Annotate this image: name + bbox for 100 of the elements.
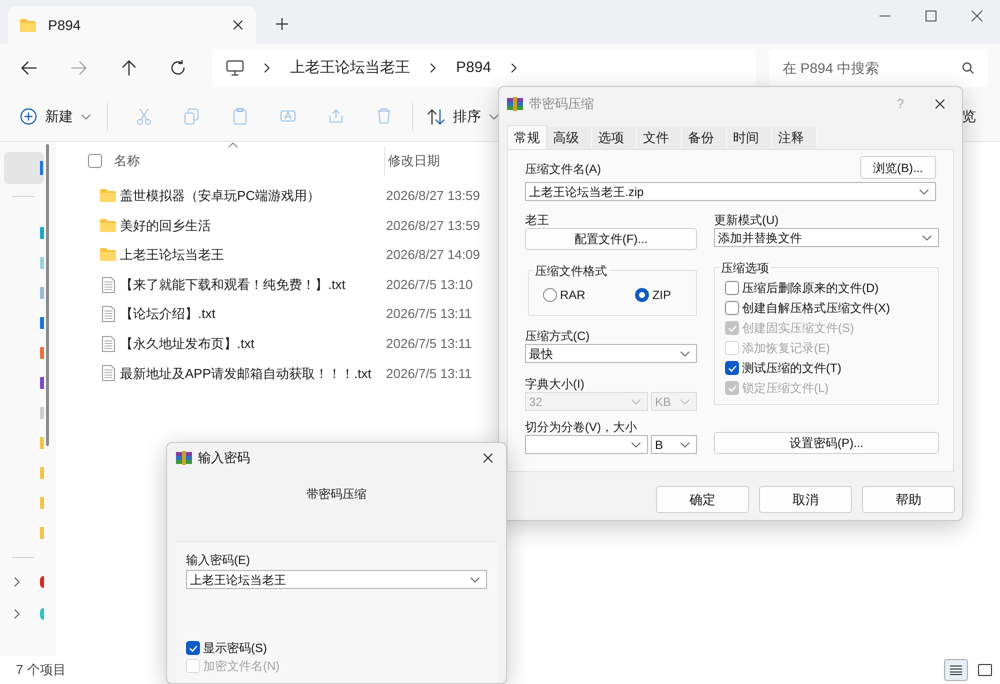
up-arrow-icon[interactable] (120, 60, 138, 76)
split-size-dropdown[interactable] (525, 435, 648, 454)
list-view-icon (950, 665, 962, 675)
radio-option[interactable]: RAR (543, 286, 586, 304)
dialog-button[interactable]: 确定 (656, 486, 749, 513)
search-field[interactable]: 在 P894 中搜索 (768, 49, 988, 87)
chevron-down-icon (470, 576, 480, 582)
radio-option[interactable]: ZIP (635, 286, 671, 304)
sort-caret-icon (228, 142, 238, 148)
update-mode-dropdown[interactable]: 添加并替换文件 (714, 228, 939, 247)
checkmark-icon (188, 644, 198, 652)
sidebar-icon (40, 287, 44, 299)
checkbox-label[interactable]: 测试压缩的文件(T) (742, 359, 842, 377)
sidebar-icon (40, 161, 43, 175)
dialog-button[interactable]: 帮助 (862, 486, 955, 513)
close-icon[interactable] (232, 19, 244, 31)
folder-icon (100, 189, 116, 202)
sidebar-icon (40, 576, 44, 588)
close-icon[interactable] (934, 98, 946, 110)
chevron-down-icon (631, 442, 641, 448)
chevron-down-icon (922, 234, 932, 240)
tab[interactable]: 注释 (772, 127, 817, 149)
back-arrow-icon[interactable] (20, 60, 38, 76)
sidebar-icon (40, 497, 44, 509)
sidebar-icon (40, 317, 44, 329)
checkmark-icon (728, 324, 736, 332)
field-label: 输入密码(E) (186, 552, 251, 567)
scissors-icon[interactable] (136, 108, 152, 125)
tab[interactable]: 常规 (507, 125, 547, 149)
sidebar-icon (40, 437, 44, 449)
sidebar-icon (40, 257, 44, 269)
folder-icon (100, 248, 116, 262)
chevron-right-icon[interactable] (14, 609, 20, 619)
tab[interactable]: 选项 (592, 127, 637, 149)
books-icon (176, 451, 192, 465)
column-header[interactable]: 修改日期 (388, 151, 440, 171)
forward-arrow-icon[interactable] (70, 60, 88, 76)
close-icon[interactable] (482, 452, 494, 464)
date-cell-text: 2026/7/5 13:10 (386, 276, 473, 294)
checkbox[interactable] (88, 154, 102, 168)
tiles-view-icon[interactable] (978, 664, 992, 676)
file-name[interactable]: 【来了就能下载和观看！纯免费！】.txt (120, 274, 386, 294)
chevron-right-icon[interactable] (14, 577, 20, 587)
radio-button[interactable] (543, 288, 557, 302)
breadcrumb-item[interactable]: 上老王论坛当老王 (290, 56, 410, 80)
password-field[interactable]: 上老王论坛当老王 (186, 570, 487, 589)
checkbox-label[interactable]: 创建自解压格式压缩文件(X) (742, 299, 890, 317)
new-button[interactable]: 新建 (18, 100, 93, 134)
field-label: 切分为分卷(V)，大小 (525, 419, 638, 434)
checkmark-icon (728, 364, 736, 372)
dialog-button[interactable]: 取消 (759, 486, 852, 513)
tab[interactable]: 文件 (637, 127, 682, 149)
books-icon (507, 96, 523, 110)
checkbox[interactable] (725, 301, 739, 315)
checkbox[interactable] (186, 641, 200, 655)
radio-button[interactable] (635, 288, 650, 302)
clipboard-icon[interactable] (232, 108, 248, 125)
tab[interactable]: P894 (8, 6, 256, 44)
date-cell-text: 2026/8/27 13:59 (386, 216, 480, 235)
sidebar-icon (40, 347, 44, 359)
copy-icon[interactable] (184, 108, 200, 125)
details-view-button[interactable] (944, 659, 968, 681)
breadcrumb-item[interactable]: P894 (456, 56, 492, 80)
file-name[interactable]: 【论坛介绍】.txt (120, 304, 386, 324)
tab[interactable]: 备份 (682, 127, 727, 149)
filename-field[interactable]: 上老王论坛当老王.zip (525, 182, 936, 201)
file-name[interactable]: 【永久地址发布页】.txt (120, 334, 386, 354)
checkbox[interactable] (725, 361, 739, 375)
address-bar[interactable]: 上老王论坛当老王 P894 (212, 49, 756, 87)
chevron-right-icon (264, 63, 270, 73)
checkbox[interactable] (725, 281, 739, 295)
file-name[interactable]: 美好的回乡生活 (120, 216, 386, 236)
folder-icon (20, 18, 36, 32)
checkmark-icon (728, 384, 736, 392)
sort-arrows-icon (427, 108, 445, 124)
profile-button[interactable]: 配置文件(F)... (525, 228, 697, 250)
sidebar-item[interactable] (4, 152, 44, 184)
file-name[interactable]: 上老王论坛当老王 (120, 245, 386, 265)
browse-button[interactable]: 浏览(B)... (860, 156, 936, 179)
unit-dropdown[interactable]: B (651, 435, 697, 454)
sidebar-icon (40, 377, 44, 389)
tab[interactable]: 高级 (547, 127, 592, 149)
sort-button[interactable]: 排序 (427, 100, 499, 134)
checkbox-label[interactable]: 显示密码(S) (203, 639, 267, 657)
method-dropdown[interactable]: 最快 (525, 344, 697, 363)
date-cell-text: 2026/8/27 14:09 (386, 246, 480, 264)
share-icon[interactable] (328, 108, 344, 125)
trash-icon[interactable] (376, 108, 392, 125)
column-header[interactable]: 名称 (114, 151, 384, 171)
scrollbar-thumb[interactable] (46, 144, 49, 446)
field-label: 压缩方式(C) (525, 328, 591, 343)
file-name[interactable]: 最新地址及APP请发邮箱自动获取！！！.txt (120, 364, 386, 384)
set-password-button[interactable]: 设置密码(P)... (714, 432, 939, 454)
checkbox-label[interactable]: 压缩后删除原来的文件(D) (742, 279, 879, 297)
plus-icon[interactable] (276, 18, 288, 30)
file-name[interactable]: 盖世模拟器（安卓玩PC端游戏用） (120, 186, 386, 206)
toolbar-label[interactable]: 览 (962, 106, 976, 127)
tab[interactable]: 时间 (727, 127, 772, 149)
document-icon (102, 276, 114, 293)
field-label: 更新模式(U) (714, 212, 780, 227)
